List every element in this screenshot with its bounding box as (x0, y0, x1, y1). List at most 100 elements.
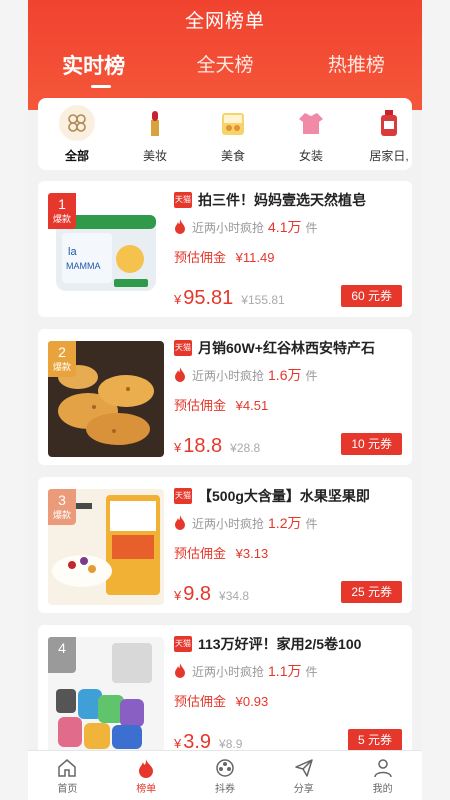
tabbar-ranking[interactable]: 榜单 (107, 751, 186, 800)
sales-info: 近两小时疯抢 4.1万 件 (174, 217, 402, 237)
rank-badge: 3 爆款 (48, 489, 76, 525)
rank-badge: 1 爆款 (48, 193, 76, 229)
header: 全网榜单 实时榜 全天榜 热推榜 (28, 0, 422, 110)
ranking-tabs: 实时榜 全天榜 热推榜 (28, 50, 422, 80)
product-info: 天猫 113万好评！家用2/5卷100 近两小时疯抢 1.1万 件 预估佣金 ¥… (174, 633, 402, 753)
commission-value: ¥4.51 (235, 398, 269, 413)
tabbar-coupons[interactable]: 抖券 (186, 751, 265, 800)
product-info: 天猫 拍三件！妈妈壹选天然植皂 近两小时疯抢 4.1万 件 预估佣金 ¥11.4… (174, 189, 402, 309)
sales-count: 1.6万 (268, 367, 302, 383)
tmall-icon: 天猫 (174, 488, 192, 504)
coupon-button[interactable]: 60 元券 (341, 285, 402, 307)
svg-text:MAMMA: MAMMA (66, 261, 101, 271)
category-all[interactable]: 全部 (38, 98, 116, 170)
commission: 预估佣金 ¥3.13 (174, 543, 402, 561)
product-title: 【500g大含量】水果坚果即 (198, 488, 370, 504)
lipstick-icon (137, 105, 173, 141)
rank-label: 爆款 (52, 362, 71, 372)
sales-unit: 件 (305, 368, 318, 383)
sales-prefix: 近两小时疯抢 (192, 664, 265, 679)
flame-icon (175, 515, 185, 530)
commission: 预估佣金 ¥11.49 (174, 247, 402, 265)
user-icon (373, 759, 392, 778)
commission-label: 预估佣金 (174, 398, 227, 413)
category-label: 居家日, (369, 149, 409, 163)
category-bar: 全部 美妆 美食 女装 居家日, (38, 98, 412, 170)
product-card[interactable]: 2 爆款 天猫 月销60W+红谷林西安特产石 近两小时疯抢 1.6万 件 预估佣… (38, 329, 412, 465)
food-icon (215, 105, 251, 141)
sales-info: 近两小时疯抢 1.2万 件 (174, 513, 402, 533)
sales-count: 1.2万 (268, 515, 302, 531)
svg-text:la: la (68, 246, 77, 258)
commission-label: 预估佣金 (174, 546, 227, 561)
tmall-icon: 天猫 (174, 340, 192, 356)
category-label: 美食 (220, 149, 245, 163)
flame-icon (139, 759, 154, 778)
tmall-icon: 天猫 (174, 192, 192, 208)
current-price: ¥9.8 (174, 583, 212, 605)
commission: 预估佣金 ¥4.51 (174, 395, 402, 413)
flame-icon (175, 219, 185, 234)
tab-all-day[interactable]: 全天榜 (159, 50, 290, 80)
tabbar-profile[interactable]: 我的 (343, 751, 422, 800)
sales-count: 4.1万 (268, 219, 302, 235)
paper-plane-icon (295, 759, 313, 777)
rank-label: 爆款 (52, 510, 71, 520)
flame-icon (175, 663, 185, 678)
commission-label: 预估佣金 (174, 694, 227, 709)
tabbar-home[interactable]: 首页 (28, 751, 107, 800)
tab-hot-push[interactable]: 热推榜 (291, 50, 422, 80)
flame-icon (175, 367, 185, 382)
coupon-button[interactable]: 5 元券 (347, 729, 402, 751)
sales-prefix: 近两小时疯抢 (192, 220, 265, 235)
rank-badge: 2 爆款 (48, 341, 76, 377)
tabbar-share[interactable]: 分享 (264, 751, 343, 800)
sales-info: 近两小时疯抢 1.6万 件 (174, 365, 402, 385)
product-list: la MAMMA 1 爆款 天猫 拍三件！妈妈壹选天然植皂 近两小时疯抢 4.1… (38, 181, 412, 773)
rank-number: 2 (58, 344, 66, 360)
tabbar-label: 我的 (372, 784, 393, 795)
sales-prefix: 近两小时疯抢 (192, 368, 265, 383)
commission-value: ¥11.49 (235, 250, 275, 265)
commission-value: ¥3.13 (235, 546, 269, 561)
product-info: 天猫 【500g大含量】水果坚果即 近两小时疯抢 1.2万 件 预估佣金 ¥3.… (174, 485, 402, 605)
product-title: 拍三件！妈妈壹选天然植皂 (198, 192, 366, 208)
product-card[interactable]: 3 爆款 天猫 【500g大含量】水果坚果即 近两小时疯抢 1.2万 件 预估佣… (38, 477, 412, 613)
original-price: ¥28.8 (230, 441, 261, 455)
original-price: ¥155.81 (241, 293, 285, 307)
category-makeup[interactable]: 美妆 (116, 98, 194, 170)
category-home-daily[interactable]: 居家日, (350, 98, 412, 170)
page-title: 全网榜单 (184, 11, 265, 32)
category-food[interactable]: 美食 (194, 98, 272, 170)
rank-number: 4 (58, 640, 66, 656)
category-womens-wear[interactable]: 女装 (272, 98, 350, 170)
tabbar-label: 首页 (57, 784, 78, 795)
dress-icon (293, 105, 329, 141)
tab-realtime[interactable]: 实时榜 (28, 50, 159, 80)
sales-unit: 件 (305, 516, 318, 531)
active-tab-indicator (91, 85, 111, 88)
product-title: 113万好评！家用2/5卷100 (198, 636, 362, 652)
coupon-button[interactable]: 25 元券 (341, 581, 402, 603)
original-price: ¥34.8 (219, 589, 250, 603)
tabbar-label: 榜单 (136, 784, 157, 795)
category-label: 全部 (64, 149, 89, 163)
coupon-button[interactable]: 10 元券 (341, 433, 402, 455)
product-card[interactable]: 4 天猫 113万好评！家用2/5卷100 近两小时疯抢 1.1万 件 预估佣金… (38, 625, 412, 761)
product-card[interactable]: la MAMMA 1 爆款 天猫 拍三件！妈妈壹选天然植皂 近两小时疯抢 4.1… (38, 181, 412, 317)
app-page: 全网榜单 实时榜 全天榜 热推榜 全部 美妆 美食 女装 居家日, la MAM… (28, 0, 422, 800)
category-label: 美妆 (142, 149, 167, 163)
home-icon (58, 759, 77, 777)
tabbar-label: 分享 (293, 784, 314, 795)
rank-badge: 4 (48, 637, 76, 673)
product-info: 天猫 月销60W+红谷林西安特产石 近两小时疯抢 1.6万 件 预估佣金 ¥4.… (174, 337, 402, 457)
commission: 预估佣金 ¥0.93 (174, 691, 402, 709)
clover-icon (59, 105, 95, 141)
sales-count: 1.1万 (268, 663, 302, 679)
tmall-icon: 天猫 (174, 636, 192, 652)
sales-unit: 件 (305, 220, 318, 235)
current-price: ¥95.81 (174, 287, 234, 309)
current-price: ¥18.8 (174, 435, 223, 457)
rank-label: 爆款 (52, 214, 71, 224)
bottom-tab-bar: 首页 榜单 抖券 分享 我的 (28, 750, 422, 800)
